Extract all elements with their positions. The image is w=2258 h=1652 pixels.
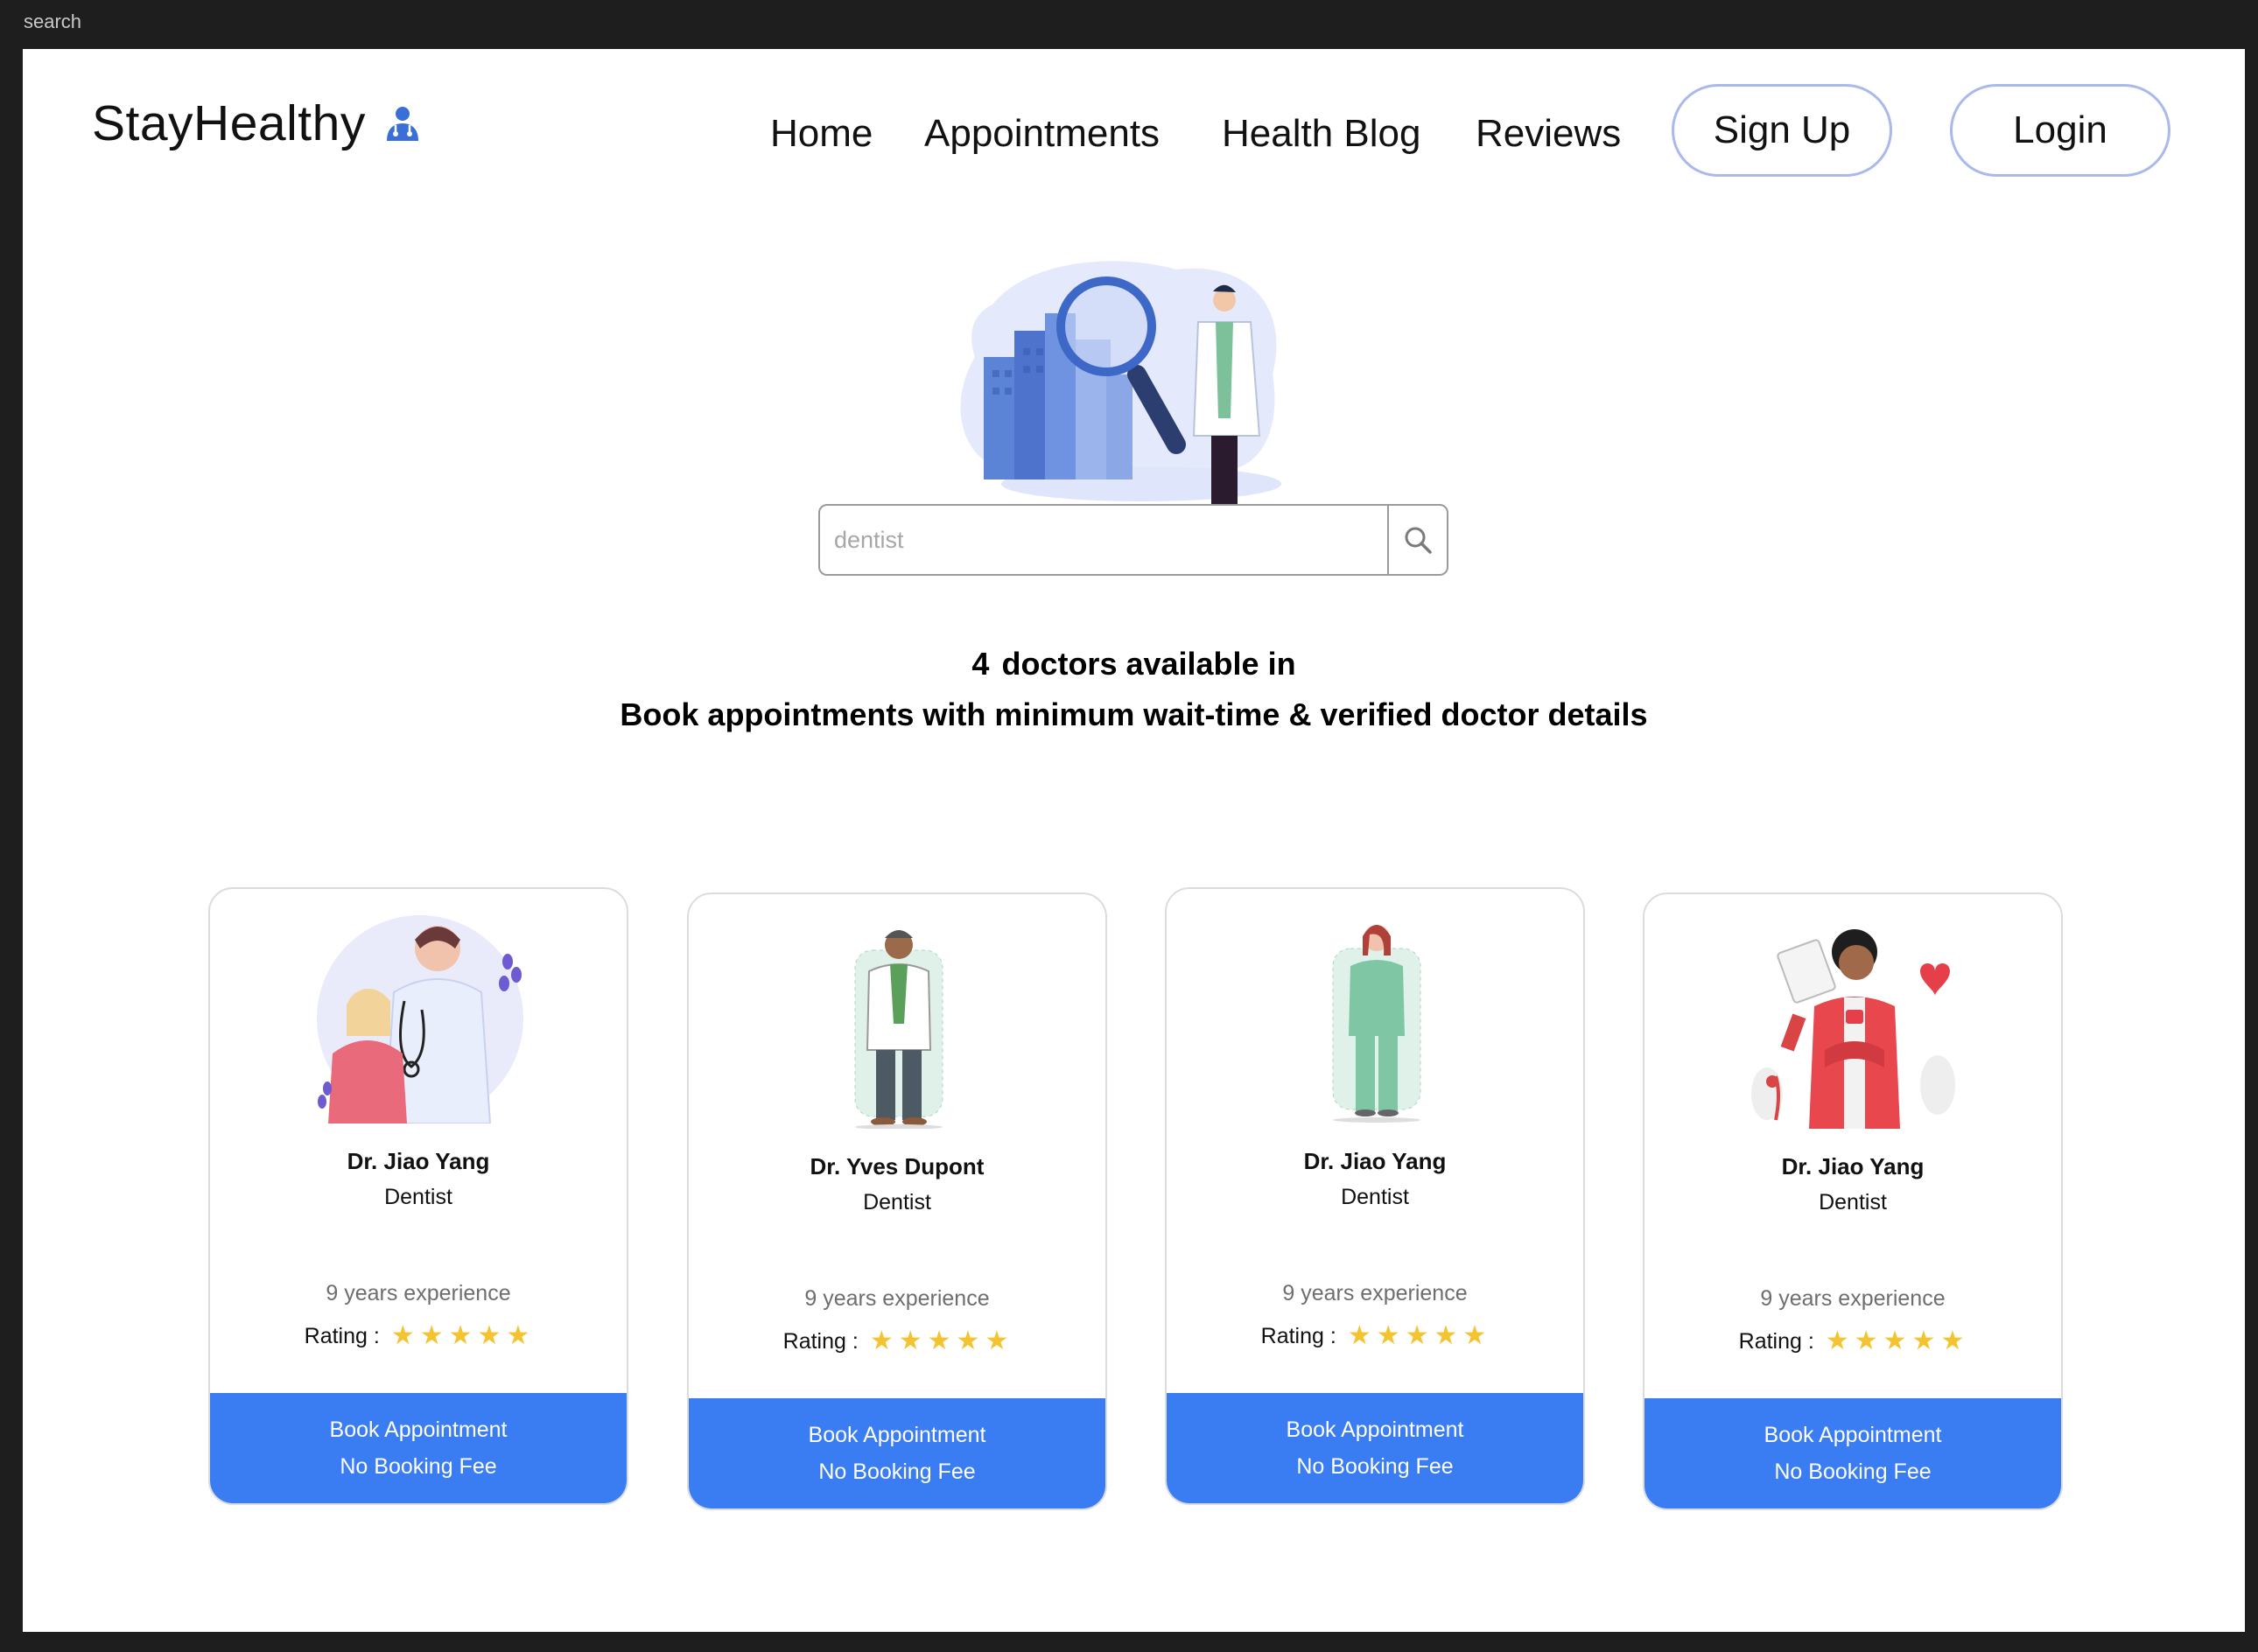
booking-fee-label: No Booking Fee <box>1774 1460 1932 1484</box>
book-appointment-button[interactable]: Book Appointment No Booking Fee <box>689 1398 1105 1508</box>
doctor-search-illustration <box>960 261 1281 510</box>
star-icon: ★ <box>390 1321 415 1350</box>
star-icon: ★ <box>419 1321 444 1350</box>
female-doctor-illustration <box>1751 929 1955 1129</box>
star-icon: ★ <box>927 1326 951 1355</box>
rating-stars: ★ ★ ★ ★ ★ <box>1345 1323 1490 1349</box>
star-icon: ★ <box>1434 1321 1458 1350</box>
magnifier-icon <box>1405 527 1432 554</box>
nurse-illustration <box>1332 925 1421 1123</box>
star-icon: ★ <box>1911 1326 1936 1355</box>
star-icon: ★ <box>506 1321 530 1350</box>
star-icon: ★ <box>477 1321 501 1350</box>
star-icon: ★ <box>869 1326 894 1355</box>
doctor-patient-illustration <box>317 915 523 1124</box>
star-icon: ★ <box>1825 1326 1849 1355</box>
star-icon: ★ <box>985 1326 1009 1355</box>
nav-health-blog[interactable]: Health Blog <box>1222 112 1420 156</box>
star-icon: ★ <box>1883 1326 1907 1355</box>
doctor-experience: 9 years experience <box>1282 1281 1468 1306</box>
doctor-name: Dr. Jiao Yang <box>1303 1148 1447 1174</box>
rating-stars: ★ ★ ★ ★ ★ <box>1823 1328 1967 1354</box>
star-icon: ★ <box>1405 1321 1429 1350</box>
booking-fee-label: No Booking Fee <box>340 1454 497 1479</box>
doctor-rating: Rating : ★ ★ ★ ★ ★ <box>689 1328 1105 1354</box>
doctor-speciality: Dentist <box>384 1185 452 1209</box>
book-appointment-button[interactable]: Book Appointment No Booking Fee <box>1644 1398 2061 1508</box>
page: StayHealthy Home Appointments Health Blo… <box>23 49 2245 1632</box>
doctor-rating: Rating : ★ ★ ★ ★ ★ <box>1167 1323 1583 1349</box>
doctor-experience: 9 years experience <box>1760 1286 1946 1311</box>
star-icon: ★ <box>1347 1321 1371 1350</box>
booking-fee-label: No Booking Fee <box>1296 1454 1454 1479</box>
star-icon: ★ <box>898 1326 922 1355</box>
doctor-experience: 9 years experience <box>326 1281 511 1306</box>
doctor-name: Dr. Yves Dupont <box>810 1153 985 1180</box>
book-appointment-label: Book Appointment <box>1286 1418 1464 1442</box>
male-doctor-illustration <box>854 930 943 1129</box>
book-appointment-button[interactable]: Book Appointment No Booking Fee <box>210 1393 627 1503</box>
book-appointment-button[interactable]: Book Appointment No Booking Fee <box>1167 1393 1583 1503</box>
doctor-card: Dr. Jiao Yang Dentist 9 years experience… <box>1643 892 2063 1510</box>
book-appointment-label: Book Appointment <box>329 1418 508 1442</box>
star-icon: ★ <box>448 1321 473 1350</box>
results-count-text: doctors available in <box>1001 646 1296 682</box>
doctor-card: Dr. Yves Dupont Dentist 9 years experien… <box>687 892 1107 1510</box>
doctor-rating: Rating : ★ ★ ★ ★ ★ <box>210 1323 627 1349</box>
doctor-name: Dr. Jiao Yang <box>347 1148 490 1174</box>
star-icon: ★ <box>1940 1326 1965 1355</box>
search-input[interactable] <box>820 506 1387 574</box>
search-button[interactable] <box>1387 506 1447 574</box>
results-count-number: 4 <box>971 646 990 682</box>
book-appointment-label: Book Appointment <box>1764 1423 1942 1447</box>
rating-stars: ★ ★ ★ ★ ★ <box>389 1323 533 1349</box>
doctor-speciality: Dentist <box>1819 1190 1887 1214</box>
star-icon: ★ <box>1462 1321 1487 1350</box>
signup-button[interactable]: Sign Up <box>1672 84 1892 177</box>
nav-home[interactable]: Home <box>770 112 873 156</box>
star-icon: ★ <box>1376 1321 1400 1350</box>
results-count: 4 doctors available in <box>23 646 2245 682</box>
star-icon: ★ <box>1854 1326 1878 1355</box>
doctor-experience: 9 years experience <box>804 1286 990 1311</box>
rating-label: Rating : <box>782 1328 859 1354</box>
doctor-speciality: Dentist <box>1341 1185 1409 1209</box>
search-bar <box>818 504 1448 576</box>
doctor-rating: Rating : ★ ★ ★ ★ ★ <box>1644 1328 2061 1354</box>
doctor-card: Dr. Jiao Yang Dentist 9 years experience… <box>1165 887 1585 1505</box>
brand-name: StayHealthy <box>92 95 366 151</box>
nav-appointments[interactable]: Appointments <box>924 112 1160 156</box>
star-icon: ★ <box>956 1326 980 1355</box>
login-button[interactable]: Login <box>1950 84 2170 177</box>
rating-label: Rating : <box>1738 1328 1814 1354</box>
results-tagline: Book appointments with minimum wait-time… <box>620 696 1648 732</box>
window-title: search <box>24 10 82 32</box>
book-appointment-label: Book Appointment <box>808 1423 986 1447</box>
rating-stars: ★ ★ ★ ★ ★ <box>867 1328 1012 1354</box>
brand[interactable]: StayHealthy <box>92 94 422 152</box>
doctor-name: Dr. Jiao Yang <box>1781 1153 1925 1180</box>
doctor-icon <box>386 107 418 141</box>
booking-fee-label: No Booking Fee <box>818 1460 976 1484</box>
rating-label: Rating : <box>304 1323 380 1348</box>
nav-reviews[interactable]: Reviews <box>1476 112 1621 156</box>
doctor-card: Dr. Jiao Yang Dentist 9 years experience… <box>208 887 628 1505</box>
rating-label: Rating : <box>1260 1323 1336 1348</box>
doctor-speciality: Dentist <box>863 1190 931 1214</box>
